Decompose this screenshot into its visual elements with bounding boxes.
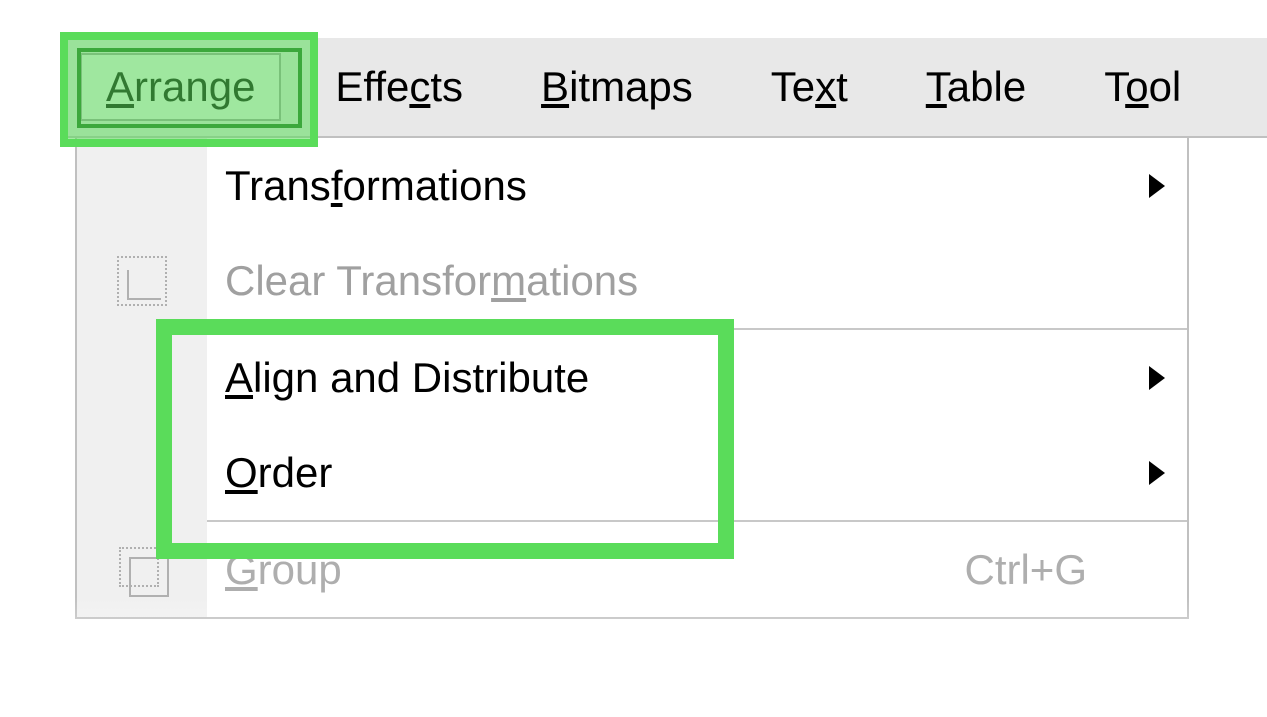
menu-item-clear-transformations: Clear Transformations <box>77 233 1187 328</box>
menu-text: t <box>836 63 848 110</box>
menu-item-icon-slot <box>77 425 207 520</box>
menu-table[interactable]: Table <box>902 55 1050 119</box>
menu-item-label: Order <box>207 449 1127 497</box>
submenu-arrow-icon <box>1127 366 1187 390</box>
menu-text: rrange <box>134 63 255 110</box>
clear-transformations-icon <box>77 233 207 328</box>
menu-item-icon-slot <box>77 330 207 425</box>
menu-accelerator: o <box>1125 63 1148 110</box>
menu-accelerator: A <box>106 63 134 110</box>
menu-accelerator: B <box>541 63 569 110</box>
menu-item-label: Group <box>207 546 964 594</box>
menu-item-align-and-distribute[interactable]: Align and Distribute <box>77 330 1187 425</box>
group-icon <box>77 522 207 617</box>
menu-text[interactable]: Text <box>747 55 872 119</box>
menu-item-shortcut: Ctrl+G <box>964 546 1127 594</box>
menu-text: ts <box>430 63 463 110</box>
menu-item-group: Group Ctrl+G <box>77 522 1187 617</box>
menu-effects[interactable]: Effects <box>311 55 487 119</box>
submenu-arrow-icon <box>1127 461 1187 485</box>
menu-item-label: Clear Transformations <box>207 257 1127 305</box>
menu-item-icon-slot <box>77 138 207 233</box>
menu-item-transformations[interactable]: Transformations <box>77 138 1187 233</box>
menu-text: Te <box>771 63 815 110</box>
menu-item-label: Align and Distribute <box>207 354 1127 402</box>
menu-text: T <box>1104 63 1125 110</box>
menu-arrange[interactable]: Arrange <box>80 53 281 121</box>
menu-bar: Arrange Effects Bitmaps Text Table Tool <box>60 38 1267 138</box>
menu-accelerator: c <box>409 63 430 110</box>
menu-accelerator: x <box>815 63 836 110</box>
arrange-dropdown: Transformations Clear Transformations Al… <box>75 138 1189 619</box>
menu-text: Effe <box>335 63 409 110</box>
menu-text: able <box>947 63 1026 110</box>
menu-accelerator: T <box>926 63 947 110</box>
menu-text: ol <box>1149 63 1182 110</box>
menu-bitmaps[interactable]: Bitmaps <box>517 55 717 119</box>
menu-text: itmaps <box>569 63 693 110</box>
menu-item-order[interactable]: Order <box>77 425 1187 520</box>
submenu-arrow-icon <box>1127 174 1187 198</box>
menu-item-label: Transformations <box>207 162 1127 210</box>
menu-tools[interactable]: Tool <box>1080 55 1205 119</box>
